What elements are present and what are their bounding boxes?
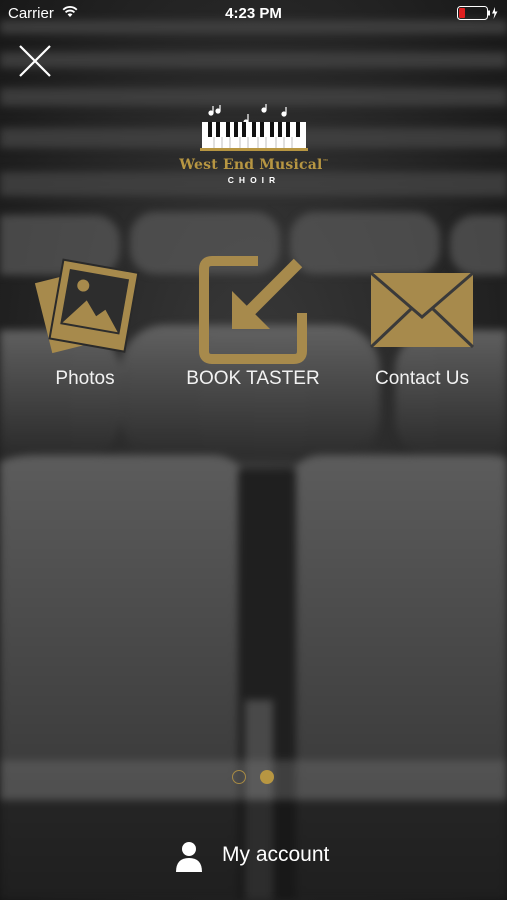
menu-label-photos: Photos <box>55 368 115 389</box>
page-dot-2[interactable] <box>260 770 274 784</box>
page-indicator[interactable] <box>230 770 278 786</box>
close-icon <box>19 45 51 77</box>
my-account-label: My account <box>222 843 330 866</box>
mail-icon <box>369 271 475 349</box>
status-bar: Carrier 4:23 PM <box>0 0 507 28</box>
book-taster-icon <box>199 256 307 364</box>
logo-subtitle: CHOIR <box>227 175 281 185</box>
menu-item-book-taster[interactable]: BOOK TASTER <box>178 255 328 395</box>
clock: 4:23 PM <box>225 5 282 22</box>
menu-item-contact-us[interactable]: Contact Us <box>347 255 497 395</box>
user-icon <box>176 842 202 872</box>
menu-label-book-taster: BOOK TASTER <box>186 368 320 389</box>
piano-keys-logo-icon <box>200 104 308 151</box>
close-button[interactable] <box>16 42 54 80</box>
choir-logo: West End Musical™ CHOIR <box>166 104 342 188</box>
page-dot-1[interactable] <box>232 770 246 784</box>
my-account-button[interactable]: My account <box>170 835 370 877</box>
logo-title: West End Musical™ <box>179 157 329 173</box>
battery-icon <box>457 6 499 24</box>
menu-label-contact-us: Contact Us <box>375 368 469 389</box>
menu-item-photos[interactable]: Photos <box>10 255 160 395</box>
photos-icon <box>34 258 140 354</box>
